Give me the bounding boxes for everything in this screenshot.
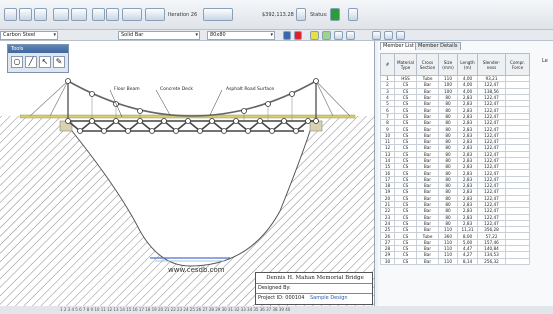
cost-label: $392,113.28 (262, 12, 294, 18)
table-cell: 256,32 (477, 257, 506, 265)
asphalt-surface-label: Asphalt Road Surface (226, 87, 275, 92)
chevron-down-icon: ▾ (195, 32, 198, 38)
col-number: # (380, 53, 395, 76)
col-compression-force: Compr. Force (505, 53, 530, 76)
tools-palette: Tools ○ ╱ ↖ ✎ (7, 44, 69, 73)
member-rows: 1 HSS Tube 110 4,00 93,21 2 CS Bar 100 4,00 122,47 3… (380, 74, 530, 265)
col-slenderness: Slender-ness (477, 53, 506, 76)
table-view-icon[interactable] (396, 31, 405, 40)
col-cross-section: Cross Section (416, 53, 439, 76)
project-name: Sample Design (309, 295, 348, 301)
status-bar: 1 2 3 4 5 6 7 8 9 10 11 12 13 14 15 16 1… (0, 306, 553, 314)
table-cell (505, 257, 530, 265)
col-size: Size (mm) (438, 53, 458, 76)
table-cell: 8,14 (457, 257, 478, 265)
member-tool-icon[interactable]: ╱ (25, 56, 37, 68)
project-row: Project ID: 000104 Sample Design (256, 294, 372, 304)
member-up-icon[interactable] (283, 31, 291, 40)
designed-by-label: Designed By: (256, 284, 372, 294)
view-2-icon[interactable] (322, 31, 331, 40)
selector-toolbar (0, 30, 553, 41)
print-icon[interactable] (34, 8, 47, 21)
view-1-icon[interactable] (310, 31, 319, 40)
project-id: Project ID: 000104 (258, 295, 305, 301)
image-icon[interactable] (71, 8, 87, 21)
iteration-label: Iteration 26 (168, 12, 198, 18)
redo-icon[interactable] (145, 8, 165, 21)
table-cell: CS (394, 257, 417, 265)
grid-icon[interactable] (348, 8, 358, 21)
view-4-icon[interactable] (346, 31, 355, 40)
table-cell: Bar (416, 257, 439, 265)
iteration-nav-icon[interactable] (203, 8, 233, 21)
tools-title: Tools (8, 45, 68, 53)
calculator-icon[interactable] (296, 8, 306, 21)
material-select[interactable]: Carbon Steel ▾ (0, 31, 58, 40)
close-icon[interactable] (106, 8, 119, 21)
save-icon[interactable] (19, 8, 32, 21)
floor-beam-label: Floor Beam (114, 87, 140, 92)
main-toolbar: Iteration 26 $392,113.28 Status: (0, 0, 553, 30)
material-value: Carbon Steel (3, 32, 36, 38)
member-down-icon[interactable] (294, 31, 302, 40)
chevron-down-icon: ▾ (270, 32, 273, 38)
view-3-icon[interactable] (334, 31, 343, 40)
select-icon[interactable] (92, 8, 105, 21)
status-green-icon (330, 8, 340, 21)
partial-header: Le (542, 58, 548, 64)
undo-icon[interactable] (122, 8, 142, 21)
title-block: Dennis H. Mahan Memorial Bridge Designed… (255, 272, 373, 305)
circle-tool-icon[interactable]: ○ (11, 56, 23, 68)
table-row[interactable]: 30 CS Bar 110 8,14 256,32 (380, 257, 530, 265)
concrete-deck-label: Concrete Deck (160, 87, 194, 92)
member-table: # Material Type Cross Section Size (mm) … (380, 53, 530, 265)
bridge-name: Dennis H. Mahan Memorial Bridge (256, 273, 372, 284)
tab-member-list[interactable]: Member List (380, 42, 417, 50)
size-value: 80x80 (210, 32, 226, 38)
cross-section-value: Solid Bar (121, 32, 144, 38)
table-cell: 110 (438, 257, 458, 265)
chart-icon[interactable] (53, 8, 69, 21)
cross-section-select[interactable]: Solid Bar ▾ (118, 31, 200, 40)
website-label: www.cesdb.com (168, 266, 225, 274)
table-cell: 30 (380, 257, 395, 265)
list-view-icon[interactable] (384, 31, 393, 40)
drawing-canvas[interactable]: Floor Beam Concrete Deck Asphalt Road Su… (0, 41, 375, 306)
chevron-down-icon: ▾ (53, 32, 56, 38)
status-label: Status: (310, 12, 328, 18)
size-select[interactable]: 80x80 ▾ (207, 31, 275, 40)
tab-member-details[interactable]: Member Details (415, 42, 461, 50)
col-length: Length (m) (457, 53, 478, 76)
pointer-tool-icon[interactable]: ↖ (39, 56, 51, 68)
member-panel: Member List Member Details Le # Material… (378, 41, 553, 306)
grid-view-icon[interactable] (372, 31, 381, 40)
table-header: # Material Type Cross Section Size (mm) … (380, 53, 530, 76)
col-material: Material Type (394, 53, 417, 76)
pencil-tool-icon[interactable]: ✎ (53, 56, 65, 68)
open-file-icon[interactable] (4, 8, 17, 21)
